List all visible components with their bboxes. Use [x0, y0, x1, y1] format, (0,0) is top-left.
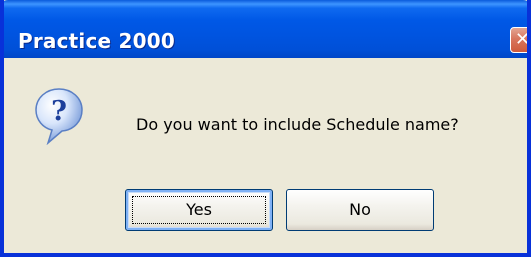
dialog-message: Do you want to include Schedule name? [136, 115, 459, 134]
yes-button-label: Yes [186, 200, 212, 219]
close-icon: ✕ [515, 29, 531, 50]
no-button-label: No [349, 200, 371, 219]
message-dialog: Practice 2000 ✕ ? Do you want to include… [0, 0, 531, 257]
title-bar[interactable]: Practice 2000 ✕ [4, 0, 531, 58]
yes-button[interactable]: Yes [125, 189, 273, 231]
no-button[interactable]: No [286, 189, 434, 231]
window-title: Practice 2000 [18, 29, 175, 53]
close-button[interactable]: ✕ [510, 27, 531, 53]
question-icon: ? [35, 88, 83, 145]
svg-text:?: ? [51, 96, 67, 127]
